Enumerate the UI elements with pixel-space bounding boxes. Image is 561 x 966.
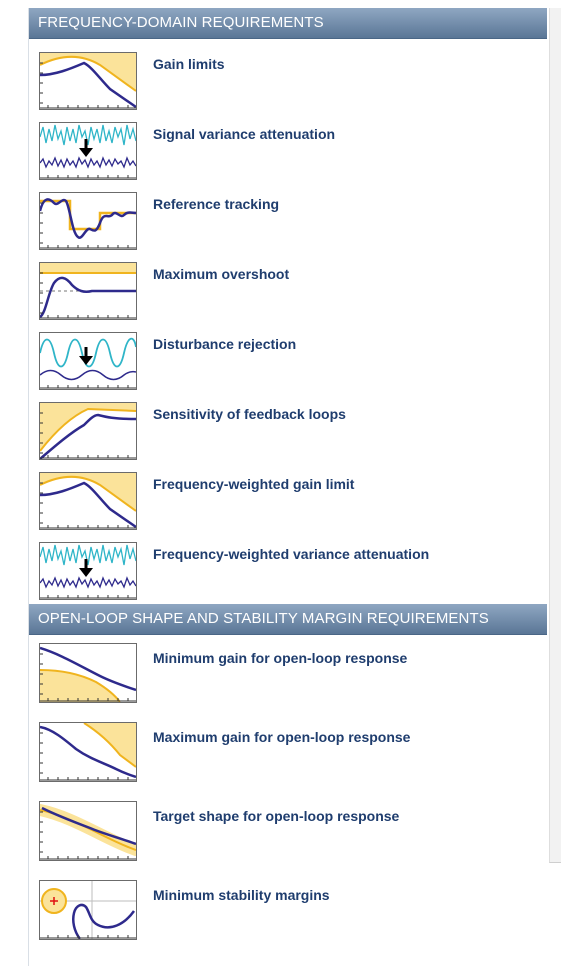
vertical-scrollbar[interactable] — [549, 8, 561, 863]
requirement-item-disturbance-rejection[interactable]: Disturbance rejection — [29, 324, 547, 394]
weighted-variance-icon — [39, 542, 137, 600]
requirement-label: Reference tracking — [153, 196, 280, 212]
requirement-item-weighted-variance[interactable]: Frequency-weighted variance attenuation — [29, 534, 547, 604]
weighted-gain-icon — [39, 472, 137, 530]
requirement-item-target-shape[interactable]: Target shape for open-loop response — [29, 797, 547, 876]
gain-limits-icon — [39, 52, 137, 110]
requirement-label: Signal variance attenuation — [153, 126, 336, 142]
requirement-label: Disturbance rejection — [153, 336, 297, 352]
requirement-item-max-gain[interactable]: Maximum gain for open-loop response — [29, 718, 547, 797]
requirement-label: Frequency-weighted variance attenuation — [153, 546, 430, 562]
requirements-list: Gain limits Signal variance attenuation — [29, 39, 547, 604]
open-loop-section: OPEN-LOOP SHAPE AND STABILITY MARGIN REQ… — [29, 604, 547, 955]
max-gain-icon — [39, 722, 137, 782]
requirement-label: Gain limits — [153, 56, 225, 72]
requirement-item-reference-tracking[interactable]: Reference tracking — [29, 184, 547, 254]
requirement-label: Maximum gain for open-loop response — [153, 729, 411, 745]
maximum-overshoot-icon — [39, 262, 137, 320]
signal-variance-icon — [39, 122, 137, 180]
requirement-label: Maximum overshoot — [153, 266, 290, 282]
requirement-item-weighted-gain[interactable]: Frequency-weighted gain limit — [29, 464, 547, 534]
requirement-label: Minimum stability margins — [153, 887, 330, 903]
requirement-item-maximum-overshoot[interactable]: Maximum overshoot — [29, 254, 547, 324]
requirements-panel: FREQUENCY-DOMAIN REQUIREMENTS Gain limit… — [28, 8, 547, 966]
sensitivity-icon — [39, 402, 137, 460]
requirement-item-stability-margins[interactable]: Minimum stability margins — [29, 876, 547, 955]
requirement-item-min-gain[interactable]: Minimum gain for open-loop response — [29, 639, 547, 718]
section-header: FREQUENCY-DOMAIN REQUIREMENTS — [29, 8, 547, 39]
requirement-label: Target shape for open-loop response — [153, 808, 400, 824]
requirement-label: Frequency-weighted gain limit — [153, 476, 355, 492]
reference-tracking-icon — [39, 192, 137, 250]
frequency-domain-section: FREQUENCY-DOMAIN REQUIREMENTS Gain limit… — [29, 8, 547, 604]
stability-margins-icon — [39, 880, 137, 940]
requirement-item-gain-limits[interactable]: Gain limits — [29, 44, 547, 114]
requirement-label: Minimum gain for open-loop response — [153, 650, 408, 666]
min-gain-icon — [39, 643, 137, 703]
target-shape-icon — [39, 801, 137, 861]
requirement-item-sensitivity[interactable]: Sensitivity of feedback loops — [29, 394, 547, 464]
requirement-label: Sensitivity of feedback loops — [153, 406, 346, 422]
requirements-list: Minimum gain for open-loop response Maxi… — [29, 635, 547, 955]
requirement-item-signal-variance[interactable]: Signal variance attenuation — [29, 114, 547, 184]
section-header: OPEN-LOOP SHAPE AND STABILITY MARGIN REQ… — [29, 604, 547, 635]
disturbance-rejection-icon — [39, 332, 137, 390]
